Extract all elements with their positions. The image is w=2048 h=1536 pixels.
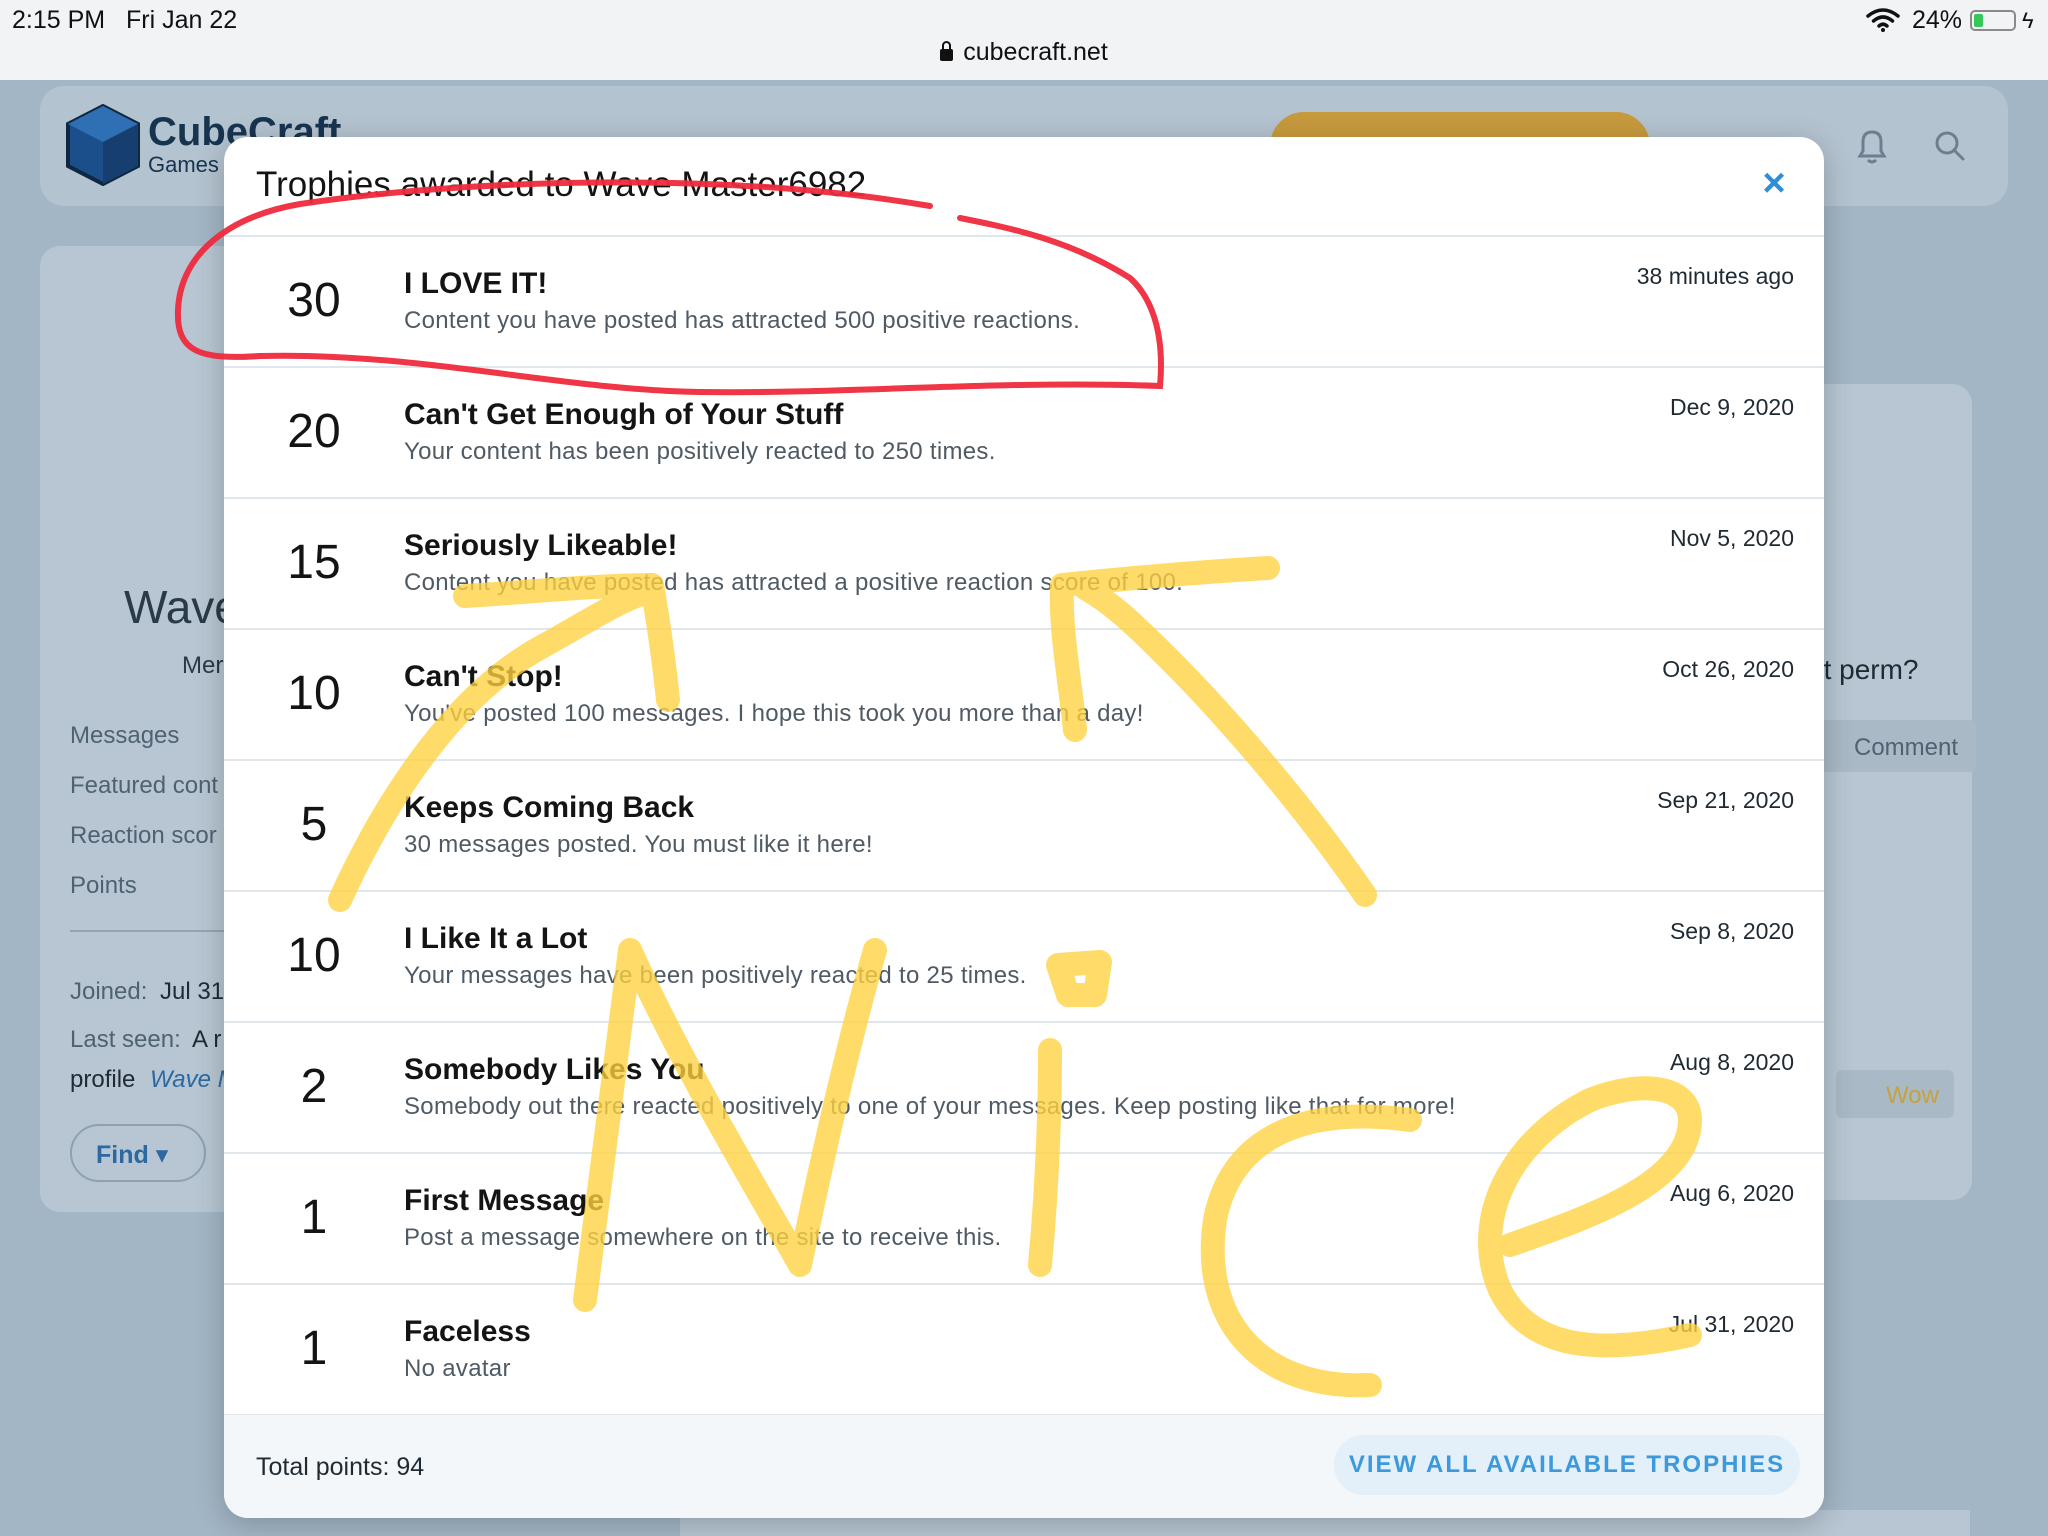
trophy-points: 10 [287, 667, 341, 720]
trophy-description: 30 messages posted. You must like it her… [404, 831, 873, 858]
trophy-title: Somebody Likes You [404, 1053, 705, 1086]
trophy-points: 1 [300, 1322, 328, 1375]
trophy-list: 30 I LOVE IT! Content you have posted ha… [224, 237, 1824, 1416]
notification-bell-icon[interactable] [1850, 124, 1894, 168]
trophy-points: 20 [287, 405, 341, 458]
trophy-title: Faceless [404, 1315, 531, 1348]
trophy-row: 20 Can't Get Enough of Your Stuff Your c… [224, 368, 1824, 499]
trophy-row: 15 Seriously Likeable! Content you have … [224, 499, 1824, 630]
trophy-date: Dec 9, 2020 [1669, 394, 1794, 420]
last-seen-value: A r [192, 1026, 222, 1053]
close-icon[interactable]: × [1752, 161, 1796, 205]
find-button[interactable]: Find ▾ [70, 1124, 206, 1182]
trophy-date: Aug 8, 2020 [1669, 1049, 1794, 1075]
cubecraft-logo-icon [66, 104, 140, 186]
trophy-description: No avatar [404, 1355, 511, 1382]
trophy-date: Sep 21, 2020 [1657, 787, 1794, 813]
view-all-trophies-button[interactable]: VIEW ALL AVAILABLE TROPHIES [1334, 1435, 1800, 1495]
trophy-points: 10 [287, 929, 341, 982]
trophy-description: Somebody out there reacted positively to… [404, 1093, 1456, 1120]
trophy-date: Aug 6, 2020 [1669, 1180, 1794, 1206]
wifi-icon [1866, 8, 1900, 32]
battery-percent: 24% [1912, 6, 1963, 34]
side-question: ot perm? [1808, 654, 1919, 685]
joined-label: Joined: [70, 978, 148, 1005]
trophy-points: 2 [300, 1060, 328, 1113]
trophy-date: 38 minutes ago [1636, 263, 1794, 289]
address-bar[interactable]: cubecraft.net [0, 38, 2048, 67]
url-text: cubecraft.net [963, 38, 1108, 66]
trophy-description: You've posted 100 messages. I hope this … [404, 700, 1144, 727]
trophy-row: 10 I Like It a Lot Your messages have be… [224, 892, 1824, 1023]
wow-label: Wow [1886, 1082, 1939, 1109]
trophy-points: 30 [287, 274, 341, 327]
modal-title: Trophies awarded to Wave Master6982 [256, 165, 867, 204]
total-points: Total points: 94 [256, 1453, 425, 1481]
trophy-row: 1 Faceless No avatar Jul 31, 2020 [224, 1285, 1824, 1416]
trophy-date: Oct 26, 2020 [1662, 656, 1794, 682]
trophy-description: Post a message somewhere on the site to … [404, 1224, 1002, 1251]
wow-reaction[interactable]: Wow [1836, 1070, 1954, 1118]
joined-value: Jul 31 [160, 978, 225, 1005]
trophy-title: I LOVE IT! [404, 267, 548, 300]
battery-icon [1970, 10, 2016, 31]
status-date: Fri Jan 22 [126, 6, 238, 34]
trophy-description: Content you have posted has attracted a … [404, 569, 1184, 596]
trophy-title: I Like It a Lot [404, 922, 588, 955]
find-label: Find [96, 1141, 149, 1169]
search-icon[interactable] [1928, 124, 1972, 168]
trophy-title: Keeps Coming Back [404, 791, 695, 824]
status-bar: 2:15 PM Fri Jan 22 cubecraft.net 24% ϟ [0, 0, 2048, 80]
trophy-row: 5 Keeps Coming Back 30 messages posted. … [224, 761, 1824, 892]
stat-messages: Messages [70, 722, 180, 749]
trophy-points: 15 [287, 536, 341, 589]
trophy-row: 1 First Message Post a message somewhere… [224, 1154, 1824, 1285]
profile-label: profile [70, 1066, 136, 1093]
trophy-date: Nov 5, 2020 [1669, 525, 1794, 551]
profile-role: Mer [182, 652, 224, 679]
trophy-points: 5 [300, 798, 328, 851]
trophy-description: Your messages have been positively react… [404, 962, 1027, 989]
trophy-description: Content you have posted has attracted 50… [404, 307, 1081, 334]
trophy-description: Your content has been positively reacted… [404, 438, 996, 465]
trophy-row: 30 I LOVE IT! Content you have posted ha… [224, 237, 1824, 368]
stat-points: Points [70, 872, 137, 899]
trophy-row: 10 Can't Stop! You've posted 100 message… [224, 630, 1824, 761]
lock-icon [940, 41, 954, 61]
trophy-date: Sep 8, 2020 [1669, 918, 1794, 944]
comment-label: Comment [1854, 734, 1959, 761]
trophy-title: Seriously Likeable! [404, 529, 678, 562]
trophy-title: First Message [404, 1184, 605, 1217]
profile-name: Wave [124, 581, 240, 633]
trophy-title: Can't Get Enough of Your Stuff [404, 398, 844, 431]
trophy-date: Jul 31, 2020 [1668, 1311, 1794, 1337]
last-seen-label: Last seen: [70, 1026, 181, 1053]
comment-button[interactable]: Comment [1806, 720, 1976, 772]
trophy-title: Can't Stop! [404, 660, 563, 693]
status-time: 2:15 PM [12, 6, 106, 34]
trophy-row: 2 Somebody Likes You Somebody out there … [224, 1023, 1824, 1154]
charging-icon: ϟ [2022, 8, 2034, 33]
modal-header: Trophies awarded to Wave Master6982 × [224, 137, 1824, 237]
logo-subtext: Games [148, 152, 219, 177]
stat-featured: Featured cont [70, 772, 219, 799]
modal-footer: Total points: 94 VIEW ALL AVAILABLE TROP… [224, 1415, 1824, 1518]
trophy-points: 1 [300, 1191, 328, 1244]
trophies-modal: Trophies awarded to Wave Master6982 × 30… [224, 137, 1824, 1518]
stat-reaction: Reaction scor [70, 822, 217, 849]
